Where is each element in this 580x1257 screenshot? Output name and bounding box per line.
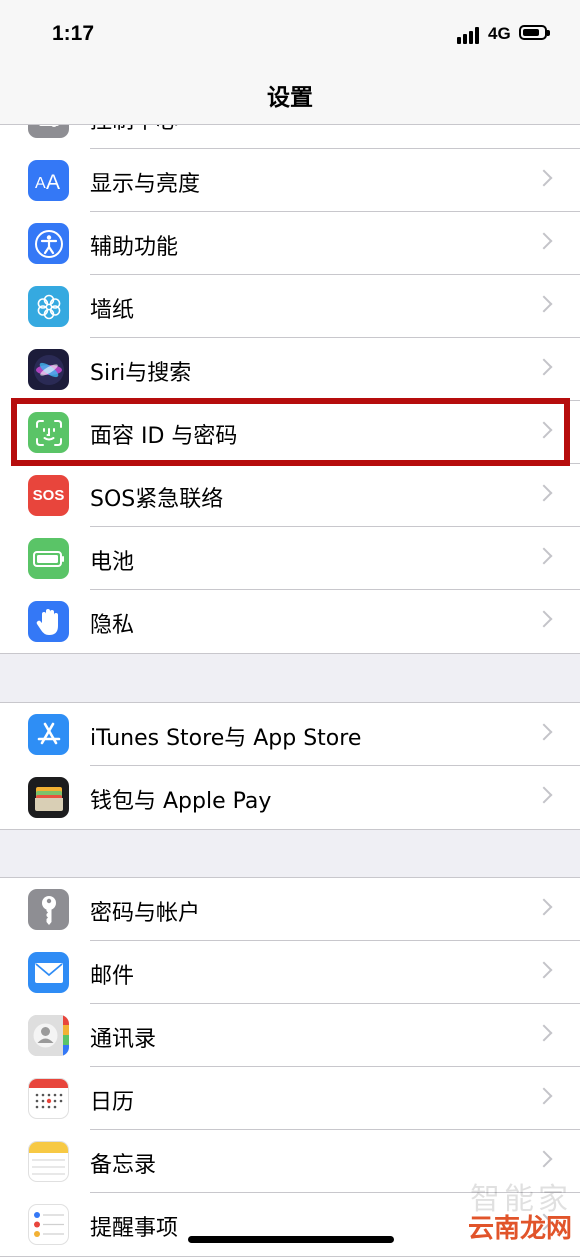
svg-text:A: A xyxy=(46,171,60,193)
svg-text:A: A xyxy=(35,175,46,192)
battery-status-icon xyxy=(519,25,550,40)
settings-row-label: 辅助功能 xyxy=(90,235,179,260)
settings-row-label: 显示与亮度 xyxy=(90,172,201,197)
settings-row-emergency-sos[interactable]: SOS SOS紧急联络 xyxy=(0,464,580,527)
mail-icon xyxy=(28,952,69,993)
chevron-right-icon xyxy=(535,484,553,502)
navigation-bar: 设置 xyxy=(0,62,580,125)
settings-row-label: Siri与搜索 xyxy=(90,361,192,386)
chevron-right-icon xyxy=(535,547,553,565)
settings-row-label: 通讯录 xyxy=(90,1027,157,1052)
settings-row-calendar[interactable]: 日历 xyxy=(0,1067,580,1130)
status-time: 1:17 xyxy=(52,22,95,45)
page-title: 设置 xyxy=(267,85,313,111)
chevron-right-icon xyxy=(535,723,553,741)
settings-row-label: 日历 xyxy=(90,1090,135,1115)
settings-row-label: iTunes Store与 App Store xyxy=(90,726,362,751)
settings-row-contacts[interactable]: 通讯录 xyxy=(0,1004,580,1067)
chevron-right-icon xyxy=(535,169,553,187)
app-store-icon xyxy=(28,714,69,755)
cellular-signal-icon xyxy=(457,26,483,44)
wallpaper-icon xyxy=(28,286,69,327)
display-brightness-icon: AA xyxy=(28,160,69,201)
settings-row-battery[interactable]: 电池 xyxy=(0,527,580,590)
settings-row-passwords-accounts[interactable]: 密码与帐户 xyxy=(0,878,580,941)
settings-row-privacy[interactable]: 隐私 xyxy=(0,590,580,653)
home-indicator[interactable] xyxy=(188,1236,394,1243)
watermark: 智能家 云南龙网 xyxy=(467,1182,572,1244)
chevron-right-icon xyxy=(535,786,553,804)
highlight-box xyxy=(11,398,570,466)
settings-group-1: 控制中心 AA 显示与亮度 辅助功能 墙纸 xyxy=(0,85,580,654)
settings-row-siri-search[interactable]: Siri与搜索 xyxy=(0,338,580,401)
settings-row-label: 电池 xyxy=(90,550,135,575)
network-type: 4G xyxy=(488,24,511,43)
settings-row-label: 密码与帐户 xyxy=(90,901,201,926)
watermark-bottom: 云南龙网 xyxy=(467,1214,572,1244)
calendar-icon xyxy=(28,1078,69,1119)
settings-row-label: 墙纸 xyxy=(90,298,135,323)
chevron-right-icon xyxy=(535,898,553,916)
siri-icon xyxy=(28,349,69,390)
reminders-icon xyxy=(28,1204,69,1245)
accessibility-icon xyxy=(28,223,69,264)
status-bar: 1:17 4G xyxy=(0,0,580,62)
chevron-right-icon xyxy=(535,232,553,250)
chevron-right-icon xyxy=(535,610,553,628)
chevron-right-icon xyxy=(535,358,553,376)
settings-row-wallpaper[interactable]: 墙纸 xyxy=(0,275,580,338)
settings-row-accessibility[interactable]: 辅助功能 xyxy=(0,212,580,275)
settings-row-mail[interactable]: 邮件 xyxy=(0,941,580,1004)
watermark-top: 智能家 xyxy=(470,1182,572,1217)
notes-icon xyxy=(28,1141,69,1182)
settings-row-label: 提醒事项 xyxy=(90,1216,179,1241)
settings-row-label: 邮件 xyxy=(90,964,135,989)
chevron-right-icon xyxy=(535,295,553,313)
key-icon xyxy=(28,889,69,930)
settings-row-label: 隐私 xyxy=(90,613,135,638)
privacy-hand-icon xyxy=(28,601,69,642)
settings-row-label: 钱包与 Apple Pay xyxy=(90,789,272,814)
chevron-right-icon xyxy=(535,1087,553,1105)
settings-group-2: iTunes Store与 App Store 钱包与 Apple Pay xyxy=(0,702,580,830)
settings-row-wallet-apple-pay[interactable]: 钱包与 Apple Pay xyxy=(0,766,580,829)
settings-row-display-brightness[interactable]: AA 显示与亮度 xyxy=(0,149,580,212)
chevron-right-icon xyxy=(535,961,553,979)
chevron-right-icon xyxy=(535,1024,553,1042)
wallet-icon xyxy=(28,777,69,818)
battery-icon xyxy=(28,538,69,579)
contacts-icon xyxy=(28,1015,69,1056)
chevron-right-icon xyxy=(535,1150,553,1168)
settings-row-label: 备忘录 xyxy=(90,1153,157,1178)
settings-row-label: SOS紧急联络 xyxy=(90,487,224,512)
sos-icon: SOS xyxy=(28,475,69,516)
settings-row-itunes-app-store[interactable]: iTunes Store与 App Store xyxy=(0,703,580,766)
